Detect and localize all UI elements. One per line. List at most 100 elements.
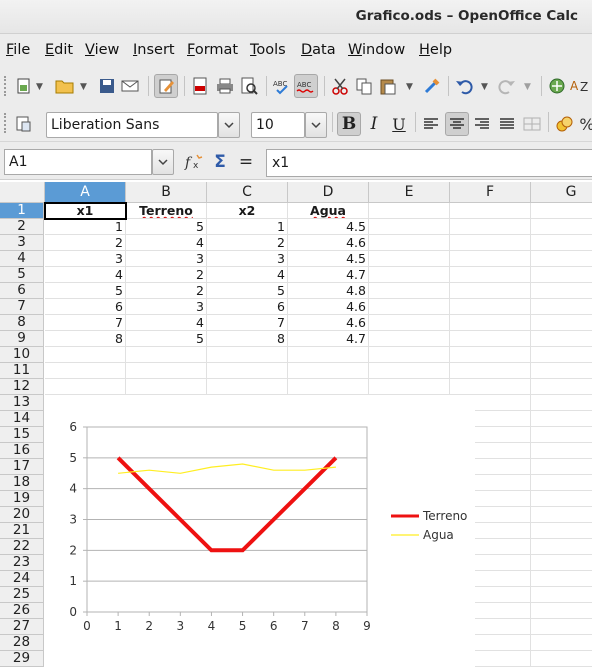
cell[interactable]: 3 bbox=[126, 251, 207, 267]
cell[interactable] bbox=[531, 267, 592, 283]
cell[interactable]: Agua bbox=[288, 203, 369, 219]
cell[interactable]: 4.5 bbox=[288, 251, 369, 267]
cell[interactable]: Terreno bbox=[126, 203, 207, 219]
row-header[interactable]: 19 bbox=[0, 491, 44, 507]
autospellcheck-icon[interactable]: ABC bbox=[294, 74, 318, 98]
cell[interactable] bbox=[531, 347, 592, 363]
cell[interactable] bbox=[531, 651, 592, 667]
cell[interactable] bbox=[450, 251, 531, 267]
chevron-down-icon[interactable]: ▼ bbox=[80, 82, 87, 92]
cell[interactable] bbox=[207, 363, 288, 379]
cell[interactable] bbox=[531, 443, 592, 459]
cell[interactable]: 3 bbox=[207, 251, 288, 267]
cell[interactable]: 3 bbox=[45, 251, 126, 267]
cell[interactable] bbox=[531, 411, 592, 427]
cell[interactable] bbox=[531, 587, 592, 603]
email-icon[interactable] bbox=[120, 76, 140, 96]
edit-file-icon[interactable] bbox=[154, 74, 178, 98]
cell[interactable] bbox=[450, 267, 531, 283]
cell[interactable] bbox=[531, 619, 592, 635]
formula-input[interactable]: x1 bbox=[266, 149, 592, 177]
cell[interactable] bbox=[45, 379, 126, 395]
cell[interactable]: 4.5 bbox=[288, 219, 369, 235]
cut-icon[interactable] bbox=[330, 76, 350, 96]
menu-file[interactable]: File bbox=[6, 42, 30, 58]
select-all-corner[interactable] bbox=[0, 182, 45, 203]
clone-formatting-icon[interactable] bbox=[422, 76, 442, 96]
cell[interactable]: 4.7 bbox=[288, 331, 369, 347]
undo-icon[interactable] bbox=[454, 76, 474, 96]
styles-icon[interactable] bbox=[14, 114, 34, 134]
cell[interactable] bbox=[531, 539, 592, 555]
cell[interactable] bbox=[288, 379, 369, 395]
row-header[interactable]: 21 bbox=[0, 523, 44, 539]
row-header[interactable]: 13 bbox=[0, 395, 44, 411]
cell[interactable] bbox=[207, 347, 288, 363]
cell[interactable] bbox=[531, 635, 592, 651]
cell[interactable]: 4.6 bbox=[288, 299, 369, 315]
cell[interactable] bbox=[369, 251, 450, 267]
cell[interactable] bbox=[531, 427, 592, 443]
font-size-dropdown[interactable] bbox=[305, 112, 327, 138]
cell[interactable]: 5 bbox=[45, 283, 126, 299]
spreadsheet-grid[interactable]: A B C D E F G 0 1 2 3 4 5 6 0 1 2 3 4 5 6 7 8 9 Terreno Ag… bbox=[0, 182, 592, 669]
cell[interactable] bbox=[369, 379, 450, 395]
row-header[interactable]: 22 bbox=[0, 539, 44, 555]
cell[interactable] bbox=[531, 603, 592, 619]
navigator-icon[interactable] bbox=[547, 76, 567, 96]
cell[interactable] bbox=[45, 347, 126, 363]
cell[interactable] bbox=[369, 203, 450, 219]
row-header[interactable]: 2 bbox=[0, 219, 44, 235]
cell[interactable] bbox=[531, 299, 592, 315]
export-pdf-icon[interactable] bbox=[190, 76, 210, 96]
cell[interactable] bbox=[531, 331, 592, 347]
cell[interactable]: 5 bbox=[207, 283, 288, 299]
cell[interactable]: 4.7 bbox=[288, 267, 369, 283]
cell[interactable] bbox=[450, 379, 531, 395]
open-folder-icon[interactable] bbox=[55, 76, 75, 96]
cell[interactable] bbox=[531, 475, 592, 491]
row-header[interactable]: 24 bbox=[0, 571, 44, 587]
cell[interactable]: 1 bbox=[45, 219, 126, 235]
cell[interactable] bbox=[450, 363, 531, 379]
redo-icon[interactable] bbox=[497, 76, 517, 96]
copy-icon[interactable] bbox=[354, 76, 374, 96]
cell[interactable] bbox=[450, 283, 531, 299]
cell[interactable]: 4.6 bbox=[288, 235, 369, 251]
cell[interactable] bbox=[126, 347, 207, 363]
toolbar-grip[interactable] bbox=[4, 113, 8, 133]
chevron-down-icon[interactable]: ▼ bbox=[524, 82, 531, 92]
cell[interactable]: 1 bbox=[207, 219, 288, 235]
row-header[interactable]: 20 bbox=[0, 507, 44, 523]
cell[interactable] bbox=[531, 379, 592, 395]
cell[interactable] bbox=[531, 491, 592, 507]
cell[interactable] bbox=[531, 523, 592, 539]
spellcheck-icon[interactable]: ABC bbox=[272, 76, 292, 96]
functions-icon[interactable]: AZ bbox=[570, 76, 590, 96]
cell[interactable] bbox=[369, 219, 450, 235]
column-header-a[interactable]: A bbox=[45, 182, 126, 203]
save-icon[interactable] bbox=[97, 76, 117, 96]
cell[interactable] bbox=[369, 347, 450, 363]
italic-icon[interactable]: I bbox=[364, 114, 384, 134]
row-header[interactable]: 6 bbox=[0, 283, 44, 299]
cell[interactable]: 5 bbox=[126, 331, 207, 347]
align-left-icon[interactable] bbox=[421, 114, 441, 134]
align-center-icon[interactable] bbox=[445, 112, 469, 136]
cell[interactable] bbox=[369, 315, 450, 331]
justify-icon[interactable] bbox=[497, 114, 517, 134]
menu-tools[interactable]: Tools bbox=[250, 42, 286, 58]
row-header[interactable]: 16 bbox=[0, 443, 44, 459]
cell[interactable] bbox=[450, 219, 531, 235]
underline-icon[interactable]: U bbox=[389, 114, 409, 134]
cell[interactable] bbox=[126, 379, 207, 395]
cell[interactable]: 8 bbox=[45, 331, 126, 347]
row-header[interactable]: 4 bbox=[0, 251, 44, 267]
cell[interactable] bbox=[45, 363, 126, 379]
cell[interactable]: 8 bbox=[207, 331, 288, 347]
percent-format-icon[interactable]: % bbox=[577, 114, 592, 134]
row-header[interactable]: 11 bbox=[0, 363, 44, 379]
row-header[interactable]: 25 bbox=[0, 587, 44, 603]
row-header[interactable]: 9 bbox=[0, 331, 44, 347]
merge-cells-icon[interactable] bbox=[522, 114, 542, 134]
